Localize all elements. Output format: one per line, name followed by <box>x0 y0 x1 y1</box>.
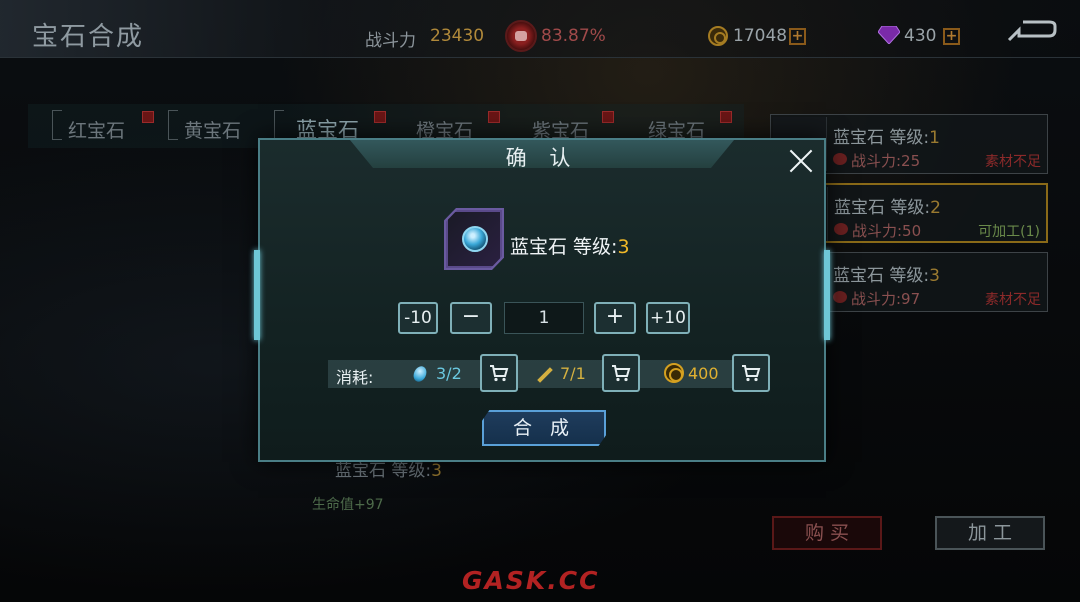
buy-button[interactable]: 购 买 <box>772 516 882 550</box>
power-value: 23430 <box>430 26 485 46</box>
gem-power: 战斗力:25 <box>851 152 921 170</box>
cart-icon[interactable] <box>602 354 640 392</box>
dialog-edge-light <box>824 250 830 340</box>
coin-icon <box>708 26 728 46</box>
cost-material-value: 7/1 <box>560 364 586 383</box>
dialog-title: 确 认 <box>505 146 579 170</box>
craft-button[interactable]: 加 工 <box>935 516 1045 550</box>
cost-label: 消耗: <box>336 368 374 387</box>
gem-name: 蓝宝石 等级:1 <box>833 128 940 148</box>
cart-icon[interactable] <box>480 354 518 392</box>
tab-badge <box>488 111 500 123</box>
minus-button[interactable]: − <box>450 302 492 334</box>
rate-icon <box>505 20 537 52</box>
gem-status: 可加工(1) <box>978 224 1040 240</box>
close-icon[interactable] <box>786 146 816 176</box>
tab-badge <box>602 111 614 123</box>
confirm-dialog: 确 认 蓝宝石 等级:3 -10 − 1 + +10 消耗: 3/2 7/1 4… <box>254 138 830 462</box>
add-diamonds-button[interactable]: + <box>943 28 960 45</box>
synthesize-button[interactable]: 合 成 <box>482 410 606 446</box>
gem-name: 蓝宝石 等级:2 <box>834 198 941 218</box>
plus-10-button[interactable]: +10 <box>646 302 690 334</box>
tab-badge <box>374 111 386 123</box>
rate-value: 83.87% <box>541 26 606 46</box>
page-title: 宝石合成 <box>32 22 145 52</box>
tab-bracket <box>274 110 284 140</box>
tab-badge <box>720 111 732 123</box>
cost-gem-value: 3/2 <box>436 364 462 383</box>
gem-name: 蓝宝石 等级:3 <box>833 266 940 286</box>
diamond-value: 430 <box>904 26 937 46</box>
watermark: GASK.CC <box>462 566 600 595</box>
quantity-input[interactable]: 1 <box>504 302 584 334</box>
power-icon <box>833 291 847 303</box>
minus-10-button[interactable]: -10 <box>398 302 438 334</box>
tab-red-gem[interactable]: 红宝石 <box>68 116 125 143</box>
cart-icon[interactable] <box>732 354 770 392</box>
gem-status: 素材不足 <box>985 292 1041 308</box>
tab-badge <box>142 111 154 123</box>
coin-value: 17048 <box>733 26 788 46</box>
coin-icon <box>664 363 684 383</box>
gem-status: 素材不足 <box>985 154 1041 170</box>
diamond-icon <box>878 26 900 44</box>
tab-bracket <box>168 110 178 140</box>
power-icon <box>834 223 848 235</box>
item-name: 蓝宝石 等级:3 <box>510 236 630 258</box>
cost-coin-value: 400 <box>688 364 719 383</box>
tab-bracket <box>52 110 62 140</box>
power-icon <box>833 153 847 165</box>
top-bar: 宝石合成 战斗力 23430 83.87% 17048 + 430 + <box>0 0 1080 58</box>
selected-gem-stat: 生命值+97 <box>312 497 384 513</box>
gem-power: 战斗力:97 <box>851 290 921 308</box>
tab-yellow-gem[interactable]: 黄宝石 <box>184 116 241 143</box>
blue-gem-icon <box>462 226 488 252</box>
gem-power: 战斗力:50 <box>852 222 922 240</box>
dialog-edge-light <box>254 250 260 340</box>
plus-button[interactable]: + <box>594 302 636 334</box>
back-icon[interactable] <box>1005 18 1059 48</box>
power-label: 战斗力 <box>365 31 416 51</box>
add-coins-button[interactable]: + <box>789 28 806 45</box>
